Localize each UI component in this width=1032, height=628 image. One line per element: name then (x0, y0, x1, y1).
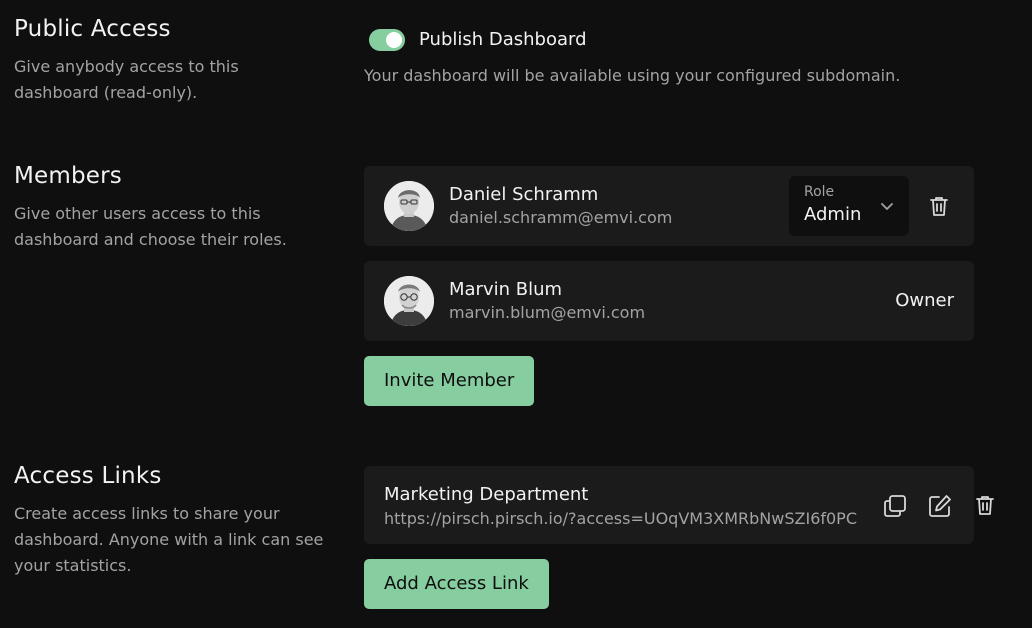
trash-icon[interactable] (973, 493, 997, 517)
role-select[interactable]: Role Admin (789, 176, 909, 236)
member-card: Daniel Schramm daniel.schramm@emvi.com R… (364, 166, 974, 246)
user-avatar (384, 276, 434, 326)
access-link-url: https://pirsch.pirsch.io/?access=UOqVM3X… (384, 509, 857, 528)
member-email: daniel.schramm@emvi.com (449, 208, 673, 227)
copy-icon[interactable] (882, 493, 908, 519)
publish-dashboard-toggle[interactable] (369, 29, 405, 51)
owner-role-label: Owner (895, 290, 954, 311)
user-avatar (384, 181, 434, 231)
member-card: Marvin Blum marvin.blum@emvi.com Owner (364, 261, 974, 341)
members-title: Members (14, 163, 122, 189)
public-access-title: Public Access (14, 16, 171, 42)
public-access-description: Give anybody access to this dashboard (r… (14, 57, 239, 102)
trash-icon[interactable] (927, 194, 951, 218)
member-name: Daniel Schramm (449, 184, 599, 205)
role-caption: Role (804, 184, 835, 200)
access-links-description: Create access links to share your dashbo… (14, 504, 324, 575)
add-access-link-button[interactable]: Add Access Link (364, 559, 549, 609)
access-link-name: Marketing Department (384, 484, 589, 505)
chevron-down-icon (881, 203, 893, 210)
role-value: Admin (804, 204, 862, 225)
publish-dashboard-label: Publish Dashboard (419, 29, 587, 50)
toggle-knob (386, 32, 402, 48)
edit-icon[interactable] (927, 493, 953, 519)
members-description: Give other users access to this dashboar… (14, 204, 287, 249)
member-email: marvin.blum@emvi.com (449, 303, 646, 322)
access-links-title: Access Links (14, 463, 162, 489)
member-name: Marvin Blum (449, 279, 563, 300)
publish-hint: Your dashboard will be available using y… (364, 66, 901, 85)
access-link-card: Marketing Department https://pirsch.pirs… (364, 466, 994, 544)
invite-member-button[interactable]: Invite Member (364, 356, 535, 406)
